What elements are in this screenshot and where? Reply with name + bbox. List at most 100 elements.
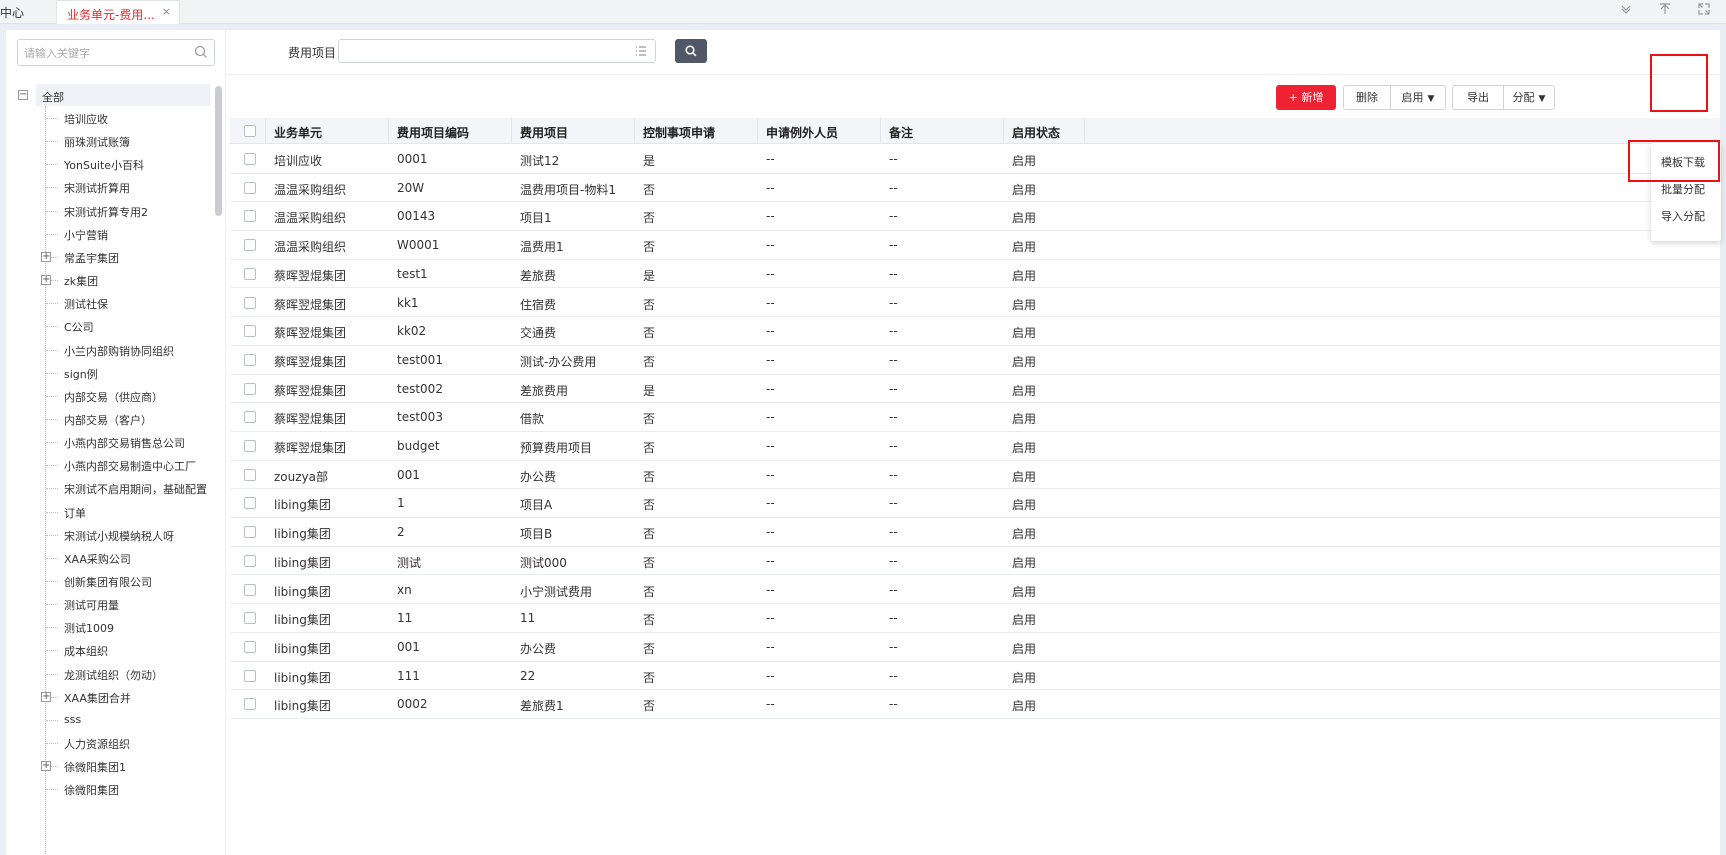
menu-item[interactable]: 导入分配	[1651, 202, 1721, 228]
column-header[interactable]: 申请例外人员	[758, 118, 881, 144]
table-row[interactable]: libing集团 测试 测试000 否 -- -- 启用	[230, 546, 1720, 576]
tree-node[interactable]: sign例	[46, 362, 216, 384]
table-row[interactable]: libing集团 2 项目B 否 -- -- 启用	[230, 518, 1720, 547]
tab-active[interactable]: 业务单元-费用... ×	[56, 0, 180, 24]
tree-node[interactable]: sss	[46, 709, 216, 731]
row-checkbox[interactable]	[244, 612, 256, 625]
tree-node[interactable]: 宋测试折算专用2	[46, 200, 216, 222]
nav-crumb[interactable]: 中心	[0, 4, 24, 21]
search-button[interactable]	[675, 39, 707, 63]
table-row[interactable]: libing集团 1 项目A 否 -- -- 启用	[230, 489, 1720, 519]
export-button[interactable]: 导出	[1452, 85, 1504, 110]
tree-node[interactable]: YonSuite小百科	[46, 153, 216, 175]
column-header[interactable]: 费用项目编码	[389, 118, 512, 144]
table-row[interactable]: libing集团 111 22 否 -- -- 启用	[230, 661, 1720, 691]
tree-node[interactable]: 小兰内部购销协同组织	[46, 339, 216, 361]
row-checkbox[interactable]	[244, 325, 256, 338]
tree-node[interactable]: 宋测试折算用	[46, 176, 216, 198]
table-row[interactable]: libing集团 11 11 否 -- -- 启用	[230, 604, 1720, 633]
assign-button[interactable]: 分配 ▼	[1503, 85, 1555, 110]
tree-node[interactable]: 测试1009	[46, 616, 216, 638]
tree-node[interactable]: 丽珠测试账簿	[46, 130, 216, 152]
tree-node[interactable]: 龙测试组织（勿动）	[46, 663, 216, 685]
table-row[interactable]: 温温采购组织 20W 温费用项目-物料1 否 -- -- 启用	[230, 173, 1720, 203]
row-checkbox[interactable]	[244, 411, 256, 424]
tree-node[interactable]: 订单	[46, 501, 216, 523]
column-header[interactable]: 备注	[881, 118, 1004, 144]
tree-node[interactable]: + 常孟宇集团	[41, 246, 216, 268]
row-checkbox[interactable]	[244, 526, 256, 539]
tree-scrollbar[interactable]	[215, 86, 222, 216]
enable-button[interactable]: 启用 ▼	[1390, 85, 1446, 110]
expense-item-filter[interactable]	[338, 39, 656, 63]
arrow-up-icon[interactable]	[1655, 2, 1675, 22]
tree-node[interactable]: XAA采购公司	[46, 547, 216, 569]
tree-node[interactable]: 创新集团有限公司	[46, 570, 216, 592]
row-checkbox[interactable]	[244, 440, 256, 452]
table-row[interactable]: libing集团 0002 差旅费1 否 -- -- 启用	[230, 690, 1720, 719]
column-header[interactable]: 控制事项申请	[635, 118, 758, 144]
row-checkbox[interactable]	[244, 382, 256, 395]
row-checkbox[interactable]	[244, 497, 256, 510]
expand-icon[interactable]: +	[41, 275, 51, 286]
row-checkbox[interactable]	[244, 583, 256, 596]
tree-node[interactable]: 宋测试不启用期间，基础配置	[46, 477, 216, 499]
tree-node[interactable]: 人力资源组织	[46, 732, 216, 754]
expand-icon[interactable]: +	[41, 251, 51, 262]
row-checkbox[interactable]	[244, 181, 256, 194]
table-row[interactable]: 温温采购组织 W0001 温费用1 否 -- -- 启用	[230, 231, 1720, 260]
row-checkbox[interactable]	[244, 296, 256, 309]
table-row[interactable]: 蔡晖翌焜集团 kk1 住宿费 否 -- -- 启用	[230, 288, 1720, 318]
row-checkbox[interactable]	[244, 669, 256, 682]
collapse-icon[interactable]: −	[18, 90, 28, 100]
tree-node[interactable]: 培训应收	[46, 107, 216, 129]
table-row[interactable]: libing集团 001 办公费 否 -- -- 启用	[230, 632, 1720, 662]
tree-node[interactable]: 宋测试小规模纳税人呀	[46, 524, 216, 546]
tree-node[interactable]: + 徐微阳集团1	[41, 755, 216, 777]
tree-node[interactable]: 测试社保	[46, 292, 216, 314]
row-checkbox[interactable]	[244, 698, 256, 711]
search-icon[interactable]	[194, 45, 208, 59]
tree-node[interactable]: 小宁营销	[46, 223, 216, 245]
tree-node[interactable]: 成本组织	[46, 639, 216, 661]
list-icon[interactable]	[635, 45, 647, 57]
tree-node[interactable]: C公司	[46, 315, 216, 337]
table-row[interactable]: 温温采购组织 00143 项目1 否 -- -- 启用	[230, 202, 1720, 232]
table-row[interactable]: 蔡晖翌焜集团 budget 预算费用项目 否 -- -- 启用	[230, 432, 1720, 461]
table-row[interactable]: 蔡晖翌焜集团 test001 测试-办公费用 否 -- -- 启用	[230, 345, 1720, 375]
row-checkbox[interactable]	[244, 353, 256, 366]
table-row[interactable]: zouzya部 001 办公费 否 -- -- 启用	[230, 460, 1720, 490]
tree-node[interactable]: + XAA集团合并	[41, 686, 216, 708]
table-row[interactable]: 蔡晖翌焜集团 kk02 交通费 否 -- -- 启用	[230, 317, 1720, 346]
tree-node[interactable]: 内部交易（供应商）	[46, 385, 216, 407]
delete-button[interactable]: 删除	[1343, 85, 1391, 110]
row-checkbox[interactable]	[244, 468, 256, 481]
add-button[interactable]: + 新增	[1276, 85, 1336, 110]
tab-close-icon[interactable]: ×	[162, 5, 171, 18]
row-checkbox[interactable]	[244, 267, 256, 280]
tree-root-node[interactable]: 全部	[36, 84, 210, 106]
tree-node[interactable]: 小燕内部交易销售总公司	[46, 431, 216, 453]
tree-node[interactable]: 测试可用量	[46, 593, 216, 615]
row-checkbox[interactable]	[244, 640, 256, 653]
chevron-down-icon[interactable]	[1616, 2, 1636, 22]
expand-icon[interactable]	[1694, 2, 1714, 22]
row-checkbox[interactable]	[244, 239, 256, 252]
tree-node[interactable]: 徐微阳集团	[46, 778, 216, 800]
row-checkbox[interactable]	[244, 210, 256, 223]
table-row[interactable]: libing集团 xn 小宁测试费用 否 -- -- 启用	[230, 575, 1720, 605]
table-row[interactable]: 蔡晖翌焜集团 test1 差旅费 是 -- -- 启用	[230, 259, 1720, 289]
tree-search-box[interactable]	[17, 39, 215, 66]
table-row[interactable]: 蔡晖翌焜集团 test003 借款 否 -- -- 启用	[230, 403, 1720, 432]
column-header[interactable]: 启用状态	[1004, 118, 1085, 144]
tree-node[interactable]: + zk集团	[41, 269, 216, 291]
row-checkbox[interactable]	[244, 153, 256, 165]
column-header[interactable]: 业务单元	[266, 118, 389, 144]
row-checkbox[interactable]	[244, 554, 256, 567]
tree-search-input[interactable]	[24, 44, 184, 62]
tree-node[interactable]: 内部交易（客户）	[46, 408, 216, 430]
table-row[interactable]: 培训应收 0001 测试12 是 -- -- 启用	[230, 145, 1720, 174]
expand-icon[interactable]: +	[41, 761, 51, 772]
tree-node[interactable]: 小燕内部交易制造中心工厂	[46, 454, 216, 476]
column-header[interactable]: 费用项目	[512, 118, 635, 144]
